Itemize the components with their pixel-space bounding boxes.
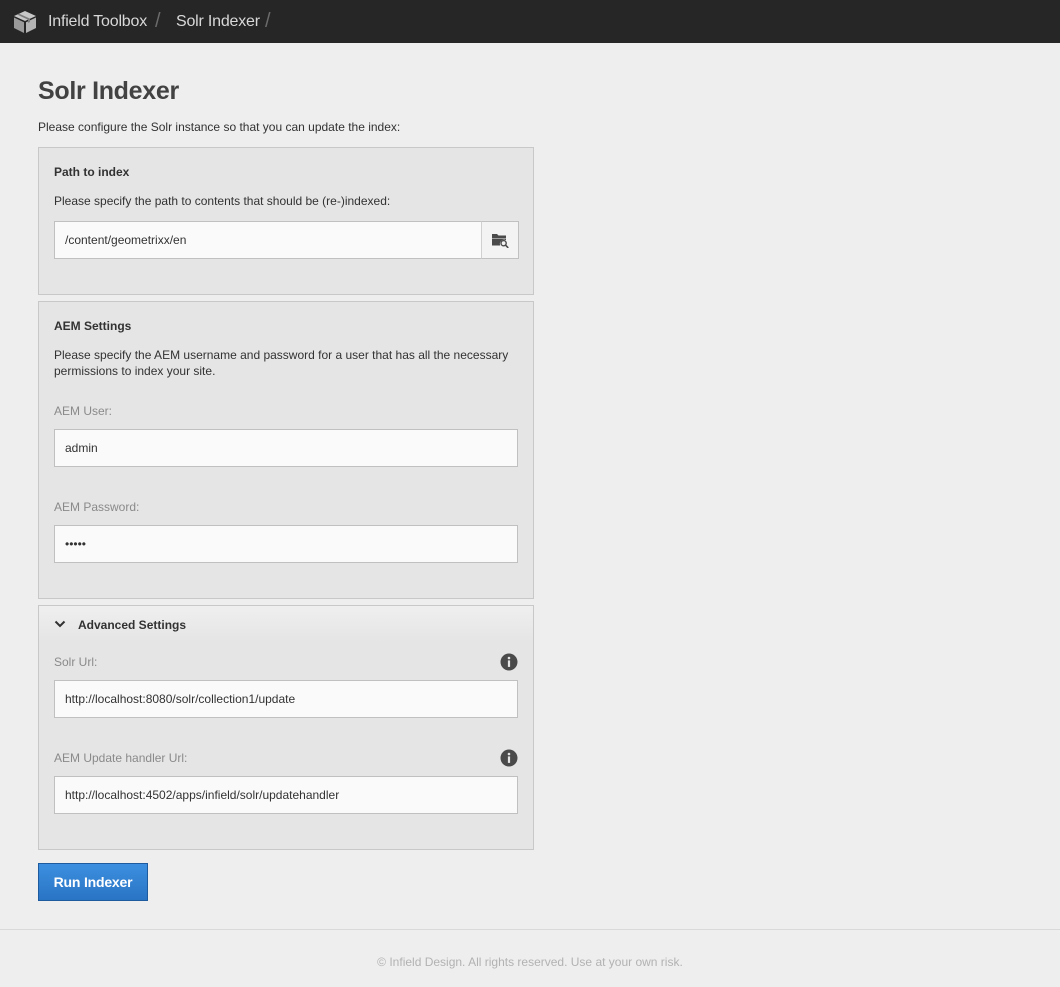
path-input[interactable] xyxy=(54,221,482,259)
path-panel-description: Please specify the path to contents that… xyxy=(54,194,391,208)
path-panel: Path to index Please specify the path to… xyxy=(38,147,534,295)
aem-panel-description: Please specify the AEM username and pass… xyxy=(54,348,509,378)
page-title: Solr Indexer xyxy=(38,77,179,105)
aem-user-label: AEM User: xyxy=(54,404,113,418)
footer-text: © Infield Design. All rights reserved. U… xyxy=(377,955,683,969)
cube-icon[interactable] xyxy=(13,10,37,34)
advanced-settings-panel: Advanced Settings Solr Url: AEM Update h… xyxy=(38,605,534,850)
handler-url-input[interactable] xyxy=(54,776,518,814)
advanced-settings-toggle[interactable]: Advanced Settings xyxy=(39,606,533,642)
solr-url-input[interactable] xyxy=(54,680,518,718)
folder-search-icon xyxy=(492,234,509,248)
breadcrumb-separator: / xyxy=(265,10,271,32)
info-icon[interactable] xyxy=(500,749,518,767)
aem-panel-title: AEM Settings xyxy=(54,319,132,333)
run-indexer-button[interactable]: Run Indexer xyxy=(38,863,148,901)
chevron-down-icon xyxy=(54,620,66,628)
solr-url-label: Solr Url: xyxy=(54,655,98,669)
handler-url-label: AEM Update handler Url: xyxy=(54,751,188,765)
aem-password-input[interactable] xyxy=(54,525,518,563)
aem-user-input[interactable] xyxy=(54,429,518,467)
path-panel-title: Path to index xyxy=(54,165,130,179)
info-icon[interactable] xyxy=(500,653,518,671)
aem-settings-panel: AEM Settings Please specify the AEM user… xyxy=(38,301,534,599)
browse-path-button[interactable] xyxy=(481,221,519,259)
breadcrumb-solr-indexer[interactable]: Solr Indexer xyxy=(176,0,260,43)
advanced-settings-title: Advanced Settings xyxy=(78,618,187,632)
top-bar: Infield Toolbox / Solr Indexer / xyxy=(0,0,1060,43)
page-intro: Please configure the Solr instance so th… xyxy=(38,120,401,134)
aem-password-label: AEM Password: xyxy=(54,500,140,514)
breadcrumb-separator: / xyxy=(155,10,161,32)
breadcrumb-infield-toolbox[interactable]: Infield Toolbox xyxy=(48,0,147,43)
footer-divider xyxy=(0,929,1060,930)
